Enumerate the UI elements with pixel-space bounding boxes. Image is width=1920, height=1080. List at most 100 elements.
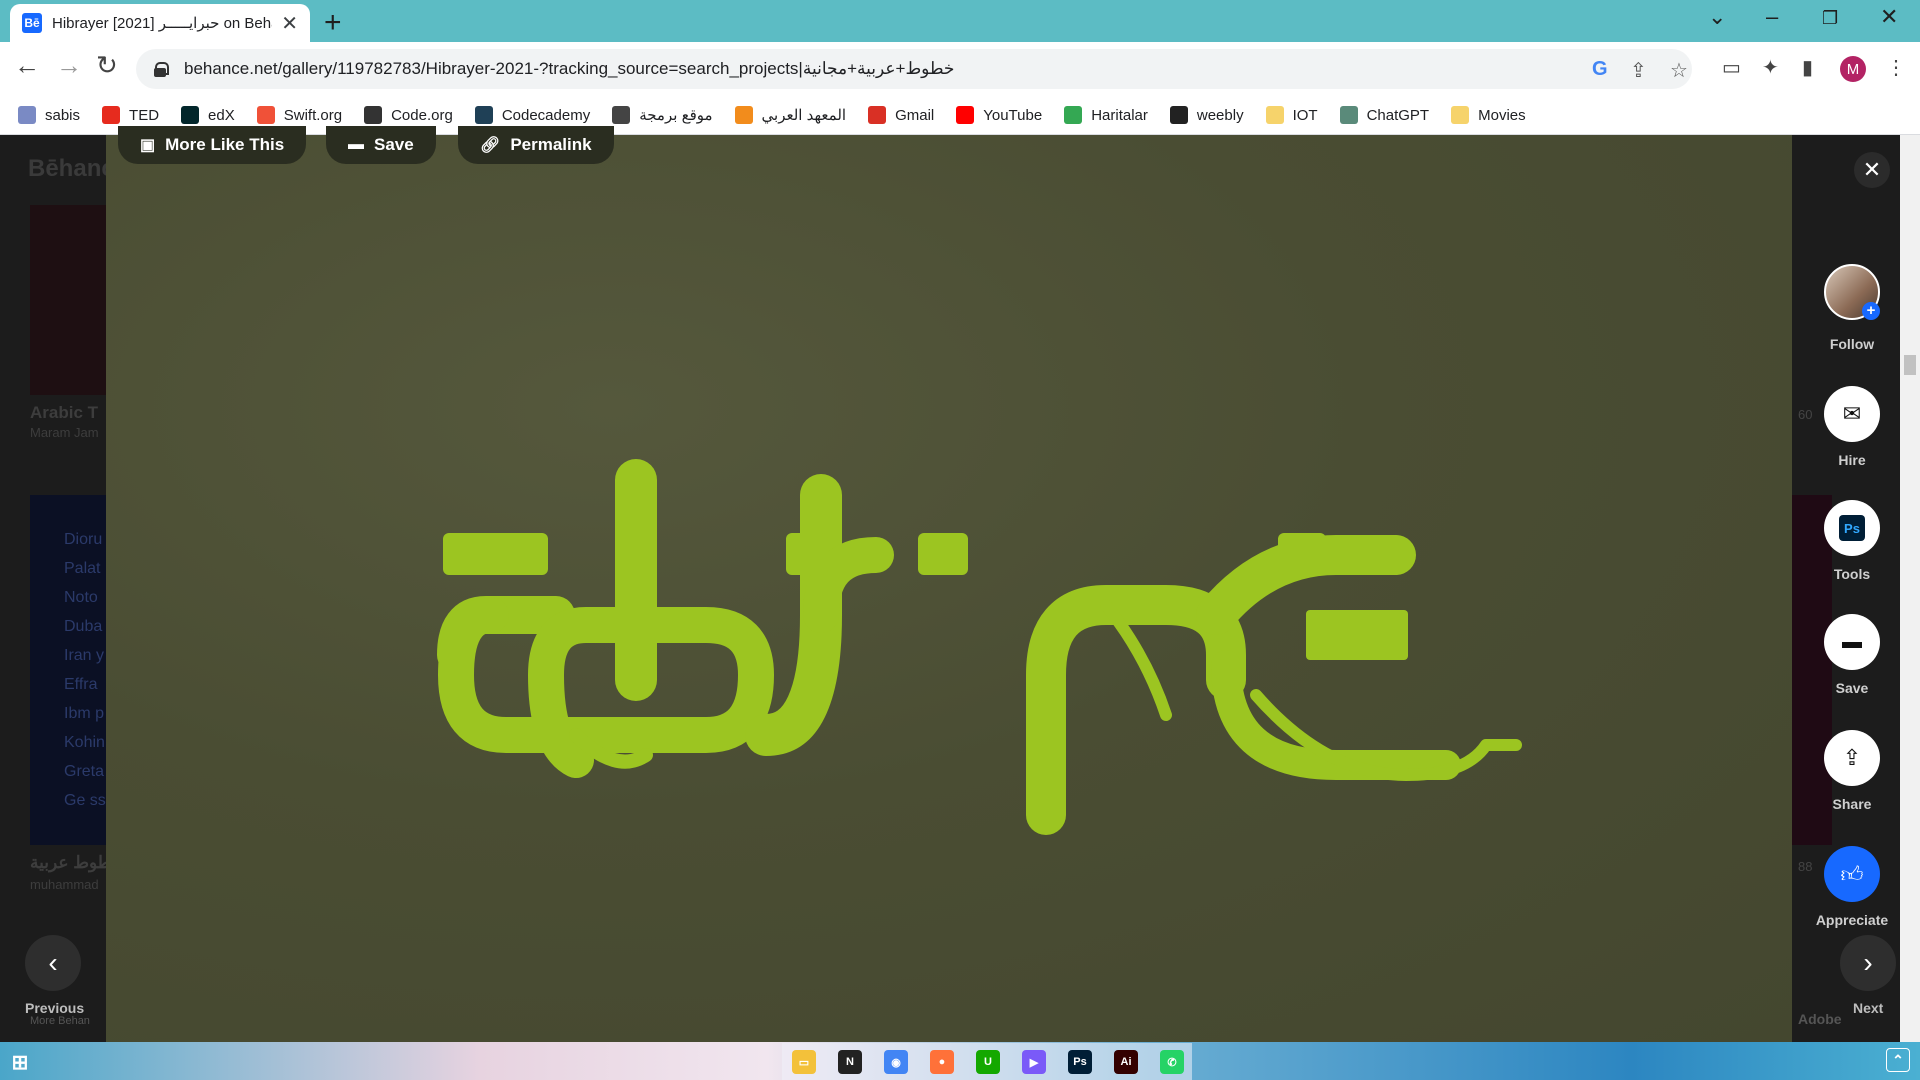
previous-button[interactable]: ‹: [25, 935, 81, 991]
address-bar[interactable]: behance.net/gallery/119782783/Hibrayer-2…: [136, 49, 1692, 89]
bookmark-label: Haritalar: [1091, 106, 1148, 124]
bookmark-item[interactable]: Haritalar: [1064, 106, 1148, 124]
save-top-button[interactable]: ▬ Save: [326, 126, 436, 164]
share-label[interactable]: Share: [1802, 796, 1902, 812]
bookmark-item[interactable]: المعهد العربي: [734, 106, 846, 124]
bookmark-item[interactable]: Movies: [1451, 106, 1526, 124]
bookmark-item[interactable]: Gmail: [868, 106, 934, 124]
bookmark-item[interactable]: موقع برمجة: [612, 106, 713, 124]
tab-close-icon[interactable]: ✕: [281, 11, 298, 36]
codecademy-icon: [474, 106, 493, 124]
follow-plus-icon[interactable]: +: [1862, 302, 1880, 320]
bookmark-item[interactable]: edX: [181, 106, 235, 124]
prev-subtext: More Behan: [30, 1015, 90, 1027]
bookmark-item[interactable]: Codecademy: [474, 106, 591, 124]
globe-icon: [612, 106, 631, 124]
windows-start-icon[interactable]: ⊞: [8, 1050, 32, 1074]
google-icon[interactable]: G: [1592, 58, 1608, 81]
thumbs-up-icon: 👍︎: [1840, 861, 1864, 887]
bookmark-item[interactable]: weebly: [1169, 106, 1244, 124]
bookmark-item[interactable]: Swift.org: [256, 106, 342, 124]
chevron-right-icon: ›: [1863, 947, 1873, 978]
permalink-button[interactable]: 🔗︎ Permalink: [458, 126, 614, 164]
previous-label[interactable]: Previous: [25, 1000, 84, 1016]
appreciate-button[interactable]: 👍︎: [1824, 846, 1880, 902]
share-button[interactable]: ⇪: [1824, 730, 1880, 786]
project-card-thumbnail[interactable]: [30, 205, 110, 395]
font-list-item: Kohin: [64, 734, 105, 751]
minimize-icon[interactable]: –: [1766, 4, 1778, 30]
browser-tab[interactable]: Bē Hibrayer [2021] حبرايـــــر on Behanc…: [10, 4, 310, 42]
tools-label[interactable]: Tools: [1802, 566, 1902, 582]
bookmark-item[interactable]: sabis: [18, 106, 80, 124]
bookmark-item[interactable]: ChatGPT: [1339, 106, 1430, 124]
forward-icon[interactable]: →: [56, 50, 82, 81]
stat-count: 60: [1798, 407, 1813, 422]
youtube-icon: [956, 106, 975, 124]
next-button[interactable]: ›: [1840, 935, 1896, 991]
lock-icon[interactable]: [154, 62, 169, 77]
bookmark-item[interactable]: YouTube: [956, 106, 1042, 124]
bookmark-item[interactable]: Code.org: [364, 106, 453, 124]
follow-label[interactable]: Follow: [1802, 336, 1902, 352]
photoshop-icon[interactable]: Ps: [1068, 1050, 1092, 1074]
save-label[interactable]: Save: [1802, 680, 1902, 696]
more-like-this-button[interactable]: ▣ More Like This: [118, 126, 307, 164]
tools-button[interactable]: Ps: [1824, 500, 1880, 556]
bookmark-label: ChatGPT: [1366, 106, 1430, 124]
profile-avatar[interactable]: M: [1840, 56, 1866, 82]
project-card-title[interactable]: Arabic T: [30, 403, 98, 423]
bookmark-label: Codecademy: [501, 106, 591, 124]
file-explorer-icon[interactable]: ▭: [792, 1050, 816, 1074]
next-label[interactable]: Next: [1853, 1000, 1883, 1016]
bookmark-label: YouTube: [983, 106, 1043, 124]
cast-icon[interactable]: ▭: [1722, 55, 1741, 80]
illustrator-icon[interactable]: Ai: [1114, 1050, 1138, 1074]
bookmark-item[interactable]: TED: [102, 106, 159, 124]
folder-icon: ▬: [348, 136, 364, 153]
hire-label[interactable]: Hire: [1802, 452, 1902, 468]
extensions-icon[interactable]: ✦: [1762, 55, 1779, 80]
tab-strip: Bē Hibrayer [2021] حبرايـــــر on Behanc…: [0, 0, 1920, 42]
bookmark-label: TED: [129, 106, 160, 124]
side-panel-icon[interactable]: ▮: [1802, 55, 1813, 80]
menu-icon[interactable]: ⋮: [1886, 55, 1906, 80]
restore-icon[interactable]: ❐: [1822, 8, 1838, 29]
bookmark-item[interactable]: IOT: [1265, 106, 1318, 124]
chrome-icon[interactable]: ◉: [884, 1050, 908, 1074]
project-card-author[interactable]: Maram Jam: [30, 425, 99, 440]
window-close-icon[interactable]: ✕: [1880, 4, 1898, 30]
share-page-icon[interactable]: ⇪: [1630, 58, 1647, 83]
page-scrollbar[interactable]: [1900, 135, 1920, 1042]
bookmark-label: Gmail: [895, 106, 935, 124]
scrollbar-thumb[interactable]: [1904, 355, 1916, 375]
font-list-item: Effra: [64, 676, 98, 693]
project-card-author[interactable]: muhammad: [30, 877, 99, 892]
project-card-thumbnail[interactable]: [1792, 495, 1832, 845]
chevron-left-icon: ‹: [48, 947, 58, 978]
new-tab-icon[interactable]: +: [324, 6, 342, 40]
appreciate-label[interactable]: Appreciate: [1802, 912, 1902, 928]
url-text[interactable]: behance.net/gallery/119782783/Hibrayer-2…: [184, 59, 954, 79]
font-list: Dioru Palat Noto Duba Iran y Effra Ibm p Kohin G…: [30, 495, 110, 815]
browser-toolbar: ← → ↻ behance.net/gallery/119782783/Hibr…: [0, 42, 1920, 96]
folder-icon: [1451, 106, 1470, 124]
reload-icon[interactable]: ↻: [96, 50, 118, 81]
notion-icon[interactable]: N: [838, 1050, 862, 1074]
back-icon[interactable]: ←: [14, 50, 40, 81]
bookmark-star-icon[interactable]: ☆: [1670, 58, 1688, 83]
hire-button[interactable]: ✉: [1824, 386, 1880, 442]
bookmark-label: weebly: [1196, 106, 1244, 124]
upwork-icon[interactable]: U: [976, 1050, 1000, 1074]
bookmark-label: Code.org: [391, 106, 453, 124]
clipchamp-icon[interactable]: ▶: [1022, 1050, 1046, 1074]
whatsapp-icon[interactable]: ✆: [1160, 1050, 1184, 1074]
project-card-thumbnail[interactable]: Dioru Palat Noto Duba Iran y Effra Ibm p Kohin G…: [30, 495, 110, 845]
ted-icon: [102, 106, 121, 124]
firefox-icon[interactable]: ●: [930, 1050, 954, 1074]
modal-close-icon[interactable]: ✕: [1854, 152, 1890, 188]
save-button[interactable]: ▬: [1824, 614, 1880, 670]
font-list-item: Duba: [64, 618, 103, 635]
tab-search-icon[interactable]: ⌄: [1708, 4, 1726, 30]
show-hidden-icons-icon[interactable]: ⌃: [1886, 1048, 1910, 1072]
